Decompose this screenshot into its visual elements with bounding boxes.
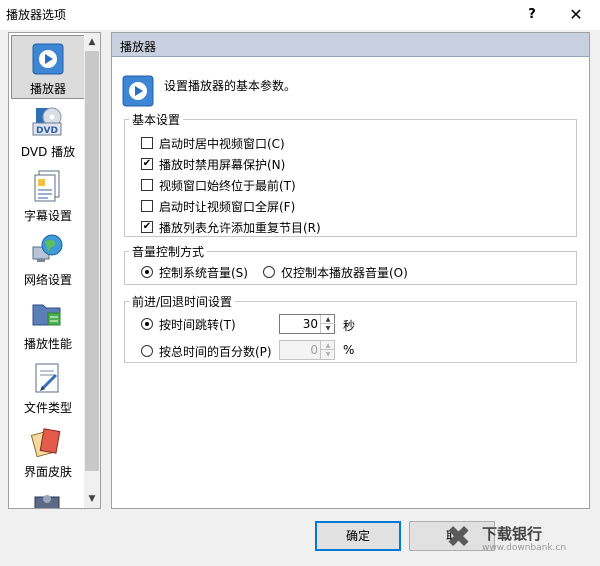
seek-settings-group: 前进/回退时间设置 按时间跳转(T) 30 ▲ ▼ 秒 按总时间的百分数(P) … bbox=[124, 293, 577, 363]
option-label: 视频窗口始终位于最前(T) bbox=[159, 179, 296, 193]
radio-label: 控制系统音量(S) bbox=[159, 266, 248, 280]
seek-settings-title: 前进/回退时间设置 bbox=[129, 293, 236, 310]
nav-item-dvd[interactable]: DVD DVD 播放 bbox=[11, 99, 85, 163]
nav-label-filetype: 文件类型 bbox=[23, 401, 72, 415]
stepper-down-icon[interactable]: ▼ bbox=[321, 324, 335, 333]
partial-icon bbox=[34, 495, 60, 508]
seek-percent-value[interactable]: 0 bbox=[282, 343, 318, 357]
nav-label-performance: 播放性能 bbox=[23, 337, 72, 351]
nav-label-skin: 界面皮肤 bbox=[23, 465, 72, 479]
radio-label: 按时间跳转(T) bbox=[159, 318, 236, 332]
pane-header: 播放器 bbox=[112, 33, 589, 57]
percent-unit: % bbox=[343, 343, 355, 357]
nav-item-more[interactable] bbox=[11, 483, 85, 508]
nav-item-performance[interactable]: 播放性能 bbox=[11, 291, 85, 355]
dvd-icon: DVD bbox=[32, 107, 62, 136]
watermark: ✖ 下载银行 www.downbank.cn bbox=[446, 519, 596, 559]
subtitle-icon bbox=[34, 170, 60, 202]
title-bar: 播放器选项 ? ✕ bbox=[0, 0, 600, 30]
close-button[interactable]: ✕ bbox=[562, 4, 590, 26]
stepper-buttons: ▲ ▼ bbox=[320, 341, 335, 359]
radio-unselected[interactable] bbox=[263, 266, 275, 278]
radio-unselected[interactable] bbox=[141, 345, 153, 357]
nav-item-player[interactable]: 播放器 bbox=[11, 35, 85, 99]
basic-settings-title: 基本设置 bbox=[129, 111, 184, 128]
option-label: 播放时禁用屏幕保护(N) bbox=[159, 158, 286, 172]
category-nav: 播放器 DVD DVD 播放 字幕设置 网络设置 播放性能 文件类型 界面皮肤 … bbox=[8, 32, 101, 509]
scroll-thumb[interactable] bbox=[85, 51, 99, 471]
volume-control-title: 音量控制方式 bbox=[129, 243, 208, 260]
scroll-down-arrow-icon[interactable]: ▼ bbox=[84, 491, 100, 507]
file-type-icon bbox=[35, 363, 59, 393]
nav-label-subtitle: 字幕设置 bbox=[23, 209, 72, 223]
stepper-down-icon[interactable]: ▼ bbox=[321, 350, 335, 359]
watermark-url: www.downbank.cn bbox=[482, 543, 567, 553]
window-title: 播放器选项 bbox=[6, 8, 67, 22]
checkbox[interactable] bbox=[141, 179, 153, 191]
scroll-up-arrow-icon[interactable]: ▲ bbox=[84, 34, 100, 50]
stepper-buttons: ▲ ▼ bbox=[320, 315, 335, 333]
stepper-up-icon[interactable]: ▲ bbox=[321, 341, 335, 350]
player-icon bbox=[32, 43, 64, 75]
nav-label-network: 网络设置 bbox=[23, 273, 72, 287]
pane-description: 设置播放器的基本参数。 bbox=[164, 79, 297, 93]
seek-seconds-value[interactable]: 30 bbox=[282, 317, 318, 331]
watermark-logo-icon: ✖ bbox=[446, 520, 472, 555]
checkbox[interactable] bbox=[141, 200, 153, 212]
nav-item-skin[interactable]: 界面皮肤 bbox=[11, 419, 85, 483]
help-button[interactable]: ? bbox=[520, 4, 544, 26]
nav-item-network[interactable]: 网络设置 bbox=[11, 227, 85, 291]
nav-scrollbar[interactable]: ▲ ▼ bbox=[84, 33, 100, 508]
nav-item-subtitle[interactable]: 字幕设置 bbox=[11, 163, 85, 227]
radio-label: 按总时间的百分数(P) bbox=[159, 345, 272, 359]
option-label: 启动时让视频窗口全屏(F) bbox=[159, 200, 296, 214]
options-dialog: 播放器选项 ? ✕ 播放器 DVD DVD 播放 字幕设置 网络设置 播放性能 … bbox=[0, 0, 600, 566]
option-label: 启动时居中视频窗口(C) bbox=[159, 137, 285, 151]
volume-control-group: 音量控制方式 控制系统音量(S) 仅控制本播放器音量(O) bbox=[124, 243, 577, 285]
watermark-text: 下载银行 bbox=[482, 525, 543, 543]
network-globe-icon bbox=[32, 234, 63, 262]
performance-folder-icon bbox=[32, 304, 61, 326]
basic-settings-group: 基本设置 启动时居中视频窗口(C) ✔ 播放时禁用屏幕保护(N) 视频窗口始终位… bbox=[124, 111, 577, 237]
ok-button[interactable]: 确定 bbox=[315, 521, 401, 551]
stepper-up-icon[interactable]: ▲ bbox=[321, 315, 335, 324]
settings-pane: 播放器 设置播放器的基本参数。 基本设置 启动时居中视频窗口(C) ✔ 播放时禁… bbox=[111, 32, 590, 509]
radio-selected[interactable] bbox=[141, 266, 153, 278]
pane-title: 播放器 bbox=[120, 40, 157, 54]
checkbox-checked[interactable]: ✔ bbox=[141, 158, 153, 170]
seconds-unit: 秒 bbox=[343, 319, 356, 333]
player-icon bbox=[122, 75, 154, 107]
radio-selected[interactable] bbox=[141, 318, 153, 330]
option-label: 播放列表允许添加重复节目(R) bbox=[159, 221, 321, 235]
nav-label-dvd: DVD 播放 bbox=[20, 145, 76, 159]
seek-percent-stepper[interactable]: 0 ▲ ▼ bbox=[279, 340, 335, 360]
skin-cards-icon bbox=[30, 428, 61, 458]
svg-text:DVD: DVD bbox=[36, 126, 58, 136]
seek-seconds-stepper[interactable]: 30 ▲ ▼ bbox=[279, 314, 335, 334]
checkbox-checked[interactable]: ✔ bbox=[141, 221, 153, 233]
radio-label: 仅控制本播放器音量(O) bbox=[281, 266, 408, 280]
nav-label-player: 播放器 bbox=[29, 82, 66, 96]
checkbox[interactable] bbox=[141, 137, 153, 149]
nav-item-filetype[interactable]: 文件类型 bbox=[11, 355, 85, 419]
